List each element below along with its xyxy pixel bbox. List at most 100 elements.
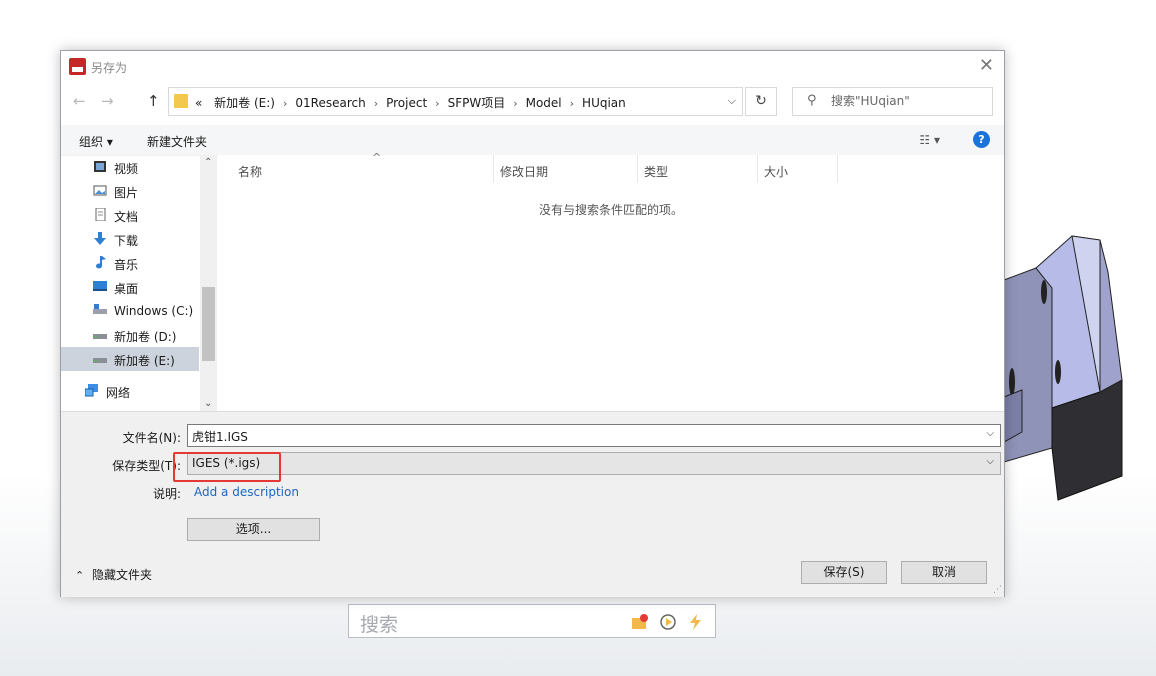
picture-icon	[93, 185, 107, 196]
save-options-panel: 文件名(N): 虎钳1.IGS ⌵ 保存类型(T): IGES (*.igs) …	[61, 411, 1004, 597]
column-header-date[interactable]: 修改日期	[494, 155, 638, 183]
nav-item-label: 视频	[114, 162, 139, 176]
chevron-up-icon: ⌃	[75, 569, 85, 582]
download-icon	[94, 232, 106, 245]
column-header-size[interactable]: 大小	[758, 155, 838, 183]
save-as-dialog: 另存为 ✕ ← → ↑ « 新加卷 (E:) › 01Research › Projec…	[60, 50, 1005, 597]
drive-icon	[93, 334, 107, 339]
column-header-label: 名称	[238, 165, 263, 179]
filename-value: 虎钳1.IGS	[192, 430, 248, 444]
drive-icon	[93, 304, 107, 314]
toolbar: 组织 ▾ 新建文件夹 ☷ ▾ ?	[61, 125, 1004, 156]
solidworks-app-icon	[69, 58, 86, 75]
lightning-icon[interactable]	[687, 613, 705, 631]
chevron-right-icon[interactable]: ›	[374, 97, 378, 110]
empty-results-message: 没有与搜索条件匹配的项。	[538, 203, 683, 217]
chevron-right-icon[interactable]: ›	[513, 97, 517, 110]
breadcrumb-item[interactable]: SFPW项目	[448, 96, 506, 110]
navigation-pane: 视频 图片 文档 下载 音乐 桌面 Windows (C:) 新加卷 (D:)	[61, 155, 218, 411]
document-icon	[95, 208, 106, 221]
scroll-down-icon[interactable]: ⌄	[204, 398, 212, 409]
save-button[interactable]: 保存(S)	[801, 561, 887, 584]
nav-item-label: 桌面	[114, 282, 139, 296]
breadcrumb-item[interactable]: 新加卷 (E:)	[214, 96, 275, 110]
nav-item-documents[interactable]: 文档	[61, 203, 199, 227]
nav-item-label: 文档	[114, 210, 139, 224]
nav-item-label: 新加卷 (D:)	[114, 330, 177, 344]
filename-label: 文件名(N):	[122, 431, 181, 445]
organize-button[interactable]: 组织 ▾	[79, 133, 113, 150]
up-arrow-icon[interactable]: ↑	[147, 92, 160, 110]
filetype-select[interactable]: IGES (*.igs) ⌵	[187, 452, 1001, 475]
new-folder-button[interactable]: 新建文件夹	[147, 133, 207, 150]
nav-item-label: 音乐	[114, 258, 139, 272]
cancel-button[interactable]: 取消	[901, 561, 987, 584]
add-description-link[interactable]: Add a description	[194, 485, 299, 499]
chevron-down-icon[interactable]: ⌵	[986, 428, 994, 439]
breadcrumb-item[interactable]: 01Research	[295, 96, 365, 110]
refresh-icon: ↻	[755, 93, 767, 109]
filename-field[interactable]: 虎钳1.IGS ⌵	[187, 424, 1001, 447]
drive-icon	[93, 358, 107, 363]
options-button[interactable]: 选项...	[187, 518, 320, 541]
dialog-title: 另存为	[91, 61, 128, 75]
breadcrumb-item[interactable]: HUqian	[582, 96, 626, 110]
file-list: 名称 ^ 修改日期 类型 大小 没有与搜索条件匹配的项。	[218, 151, 1004, 411]
description-label: 说明:	[152, 487, 181, 501]
search-input[interactable]	[829, 93, 983, 109]
column-header-name[interactable]: 名称 ^	[232, 151, 494, 183]
nav-scrollbar[interactable]: ⌃ ⌄	[200, 155, 217, 411]
hide-folders-label: 隐藏文件夹	[92, 568, 153, 582]
nav-item-videos[interactable]: 视频	[61, 155, 199, 179]
title-bar: 另存为 ✕	[61, 51, 1004, 83]
hide-folders-toggle[interactable]: ⌃ 隐藏文件夹	[75, 566, 152, 583]
nav-item-music[interactable]: 音乐	[61, 251, 199, 275]
desktop-icon	[93, 281, 107, 291]
nav-item-drive-c[interactable]: Windows (C:)	[61, 299, 199, 323]
column-header-label: 类型	[644, 165, 669, 179]
breadcrumb-overflow[interactable]: «	[195, 96, 202, 110]
network-icon	[85, 384, 98, 397]
nav-item-label: 下载	[114, 234, 139, 248]
resize-grip-icon[interactable]: ⋰	[993, 585, 1002, 595]
nav-item-downloads[interactable]: 下载	[61, 227, 199, 251]
nav-item-network[interactable]: 网络	[61, 379, 191, 403]
nav-item-pictures[interactable]: 图片	[61, 179, 199, 203]
sort-ascending-icon: ^	[372, 151, 382, 164]
host-search-placeholder: 搜索	[360, 614, 399, 636]
refresh-button[interactable]: ↻	[745, 87, 777, 116]
nav-item-label: 新加卷 (E:)	[114, 354, 175, 368]
search-box[interactable]: ⚲	[792, 87, 993, 116]
annotation-highlight-box	[173, 452, 281, 482]
back-arrow-icon[interactable]: ←	[73, 92, 86, 110]
forward-arrow-icon[interactable]: →	[101, 92, 114, 110]
close-button[interactable]: ✕	[979, 55, 994, 76]
nav-item-desktop[interactable]: 桌面	[61, 275, 199, 299]
column-header-type[interactable]: 类型	[638, 155, 758, 183]
breadcrumb: « 新加卷 (E:) › 01Research › Project › SFPW项目 › Mod…	[195, 94, 626, 111]
play-circle-icon[interactable]	[659, 613, 677, 631]
help-icon[interactable]: ?	[973, 131, 990, 148]
view-options-icon[interactable]: ☷ ▾	[919, 133, 940, 147]
nav-item-drive-e[interactable]: 新加卷 (E:)	[61, 347, 199, 371]
scroll-up-icon[interactable]: ⌃	[204, 157, 212, 168]
breadcrumb-item[interactable]: Model	[526, 96, 562, 110]
nav-item-label: 网络	[106, 386, 131, 400]
chevron-down-icon[interactable]: ⌵	[986, 456, 994, 467]
breadcrumb-item[interactable]: Project	[386, 96, 427, 110]
chevron-right-icon[interactable]: ›	[283, 97, 287, 110]
cad-model-preview	[1003, 235, 1123, 501]
music-icon	[96, 256, 106, 269]
chevron-right-icon[interactable]: ›	[435, 97, 439, 110]
scrollbar-thumb[interactable]	[202, 287, 215, 361]
chevron-right-icon[interactable]: ›	[570, 97, 574, 110]
nav-item-label: Windows (C:)	[114, 304, 194, 318]
host-search-box[interactable]: 搜索	[348, 604, 716, 638]
address-bar[interactable]: « 新加卷 (E:) › 01Research › Project › SFPW项目 › Mod…	[168, 87, 743, 116]
chevron-down-icon[interactable]: ⌵	[728, 94, 736, 108]
search-icon: ⚲	[807, 93, 817, 108]
nav-item-drive-d[interactable]: 新加卷 (D:)	[61, 323, 199, 347]
video-icon	[94, 161, 106, 172]
folder-icon	[174, 94, 188, 108]
folder-star-icon[interactable]	[631, 613, 649, 631]
